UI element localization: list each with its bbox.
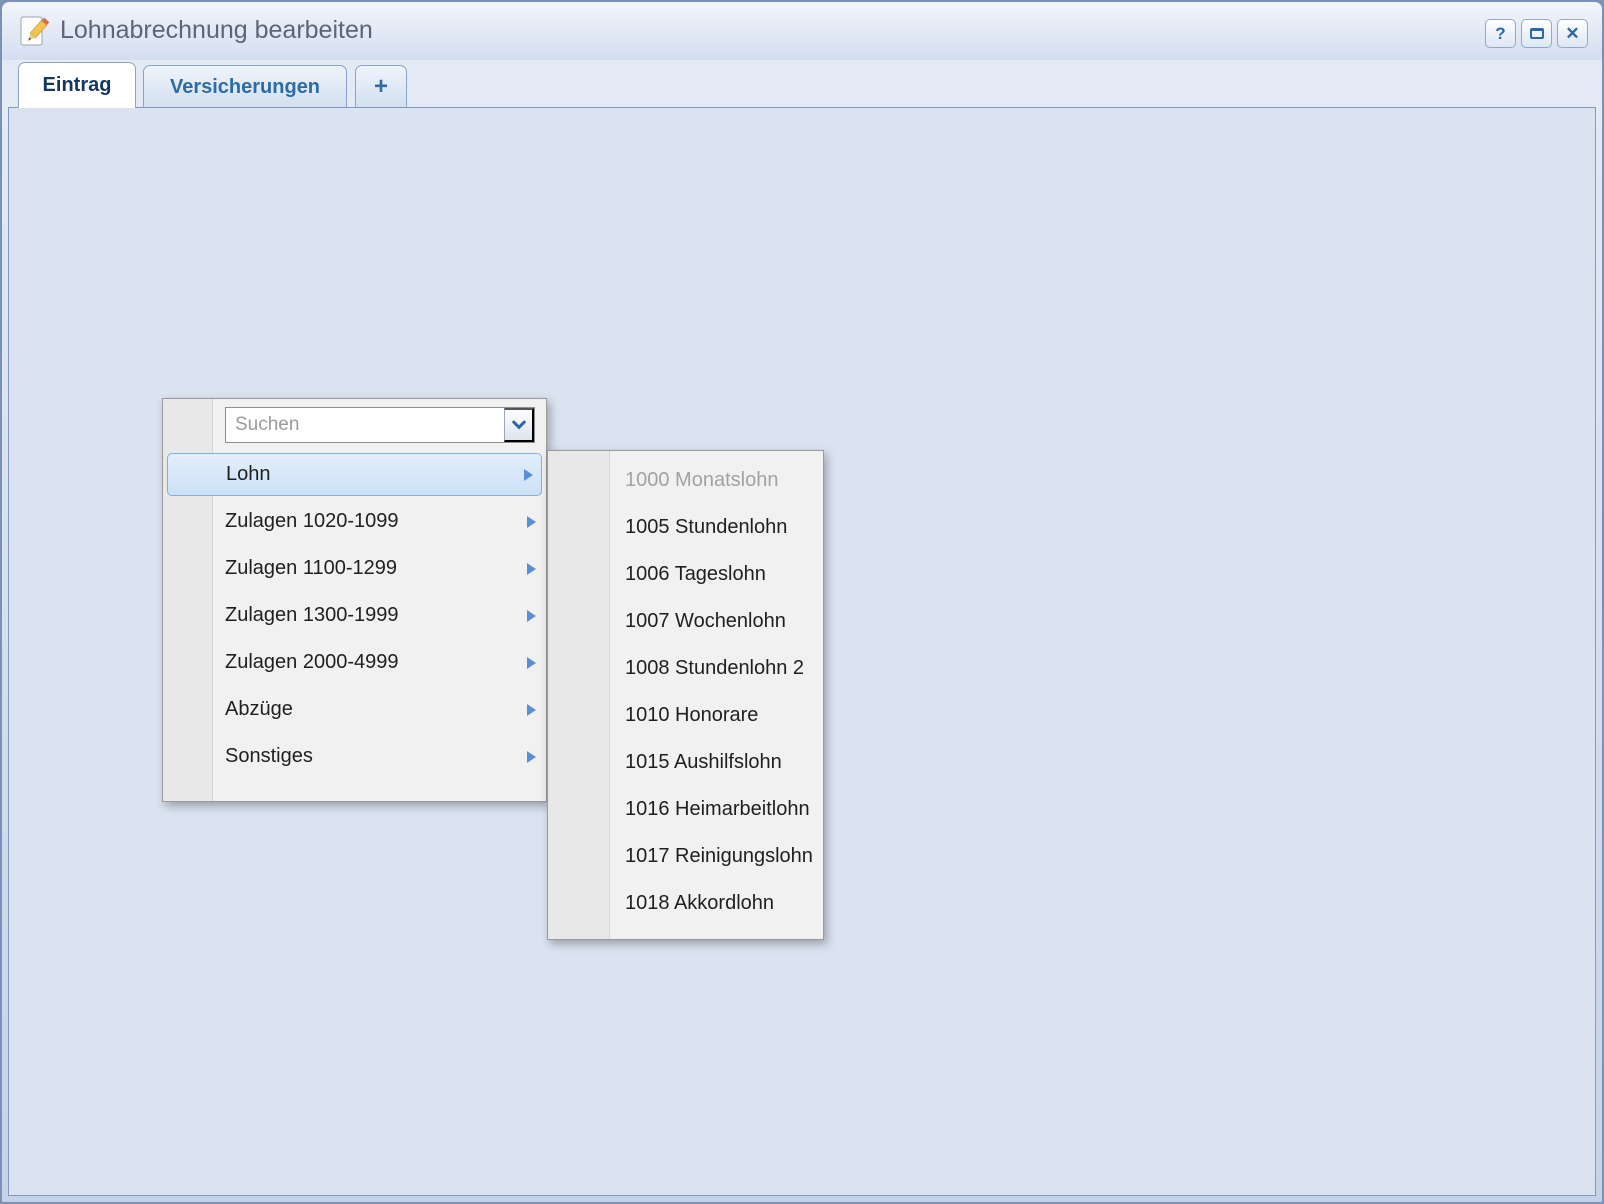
submenu-item-label: 1000 Monatslohn bbox=[625, 469, 778, 492]
submenu-arrow-icon bbox=[527, 751, 536, 763]
submenu-item[interactable]: 1006 Tageslohn bbox=[548, 551, 823, 598]
window-controls: ? ✕ bbox=[1485, 19, 1588, 48]
add-dropdown-menu: Lohn Zulagen 1020-1099 Zulagen 1100-1299 Zu… bbox=[162, 398, 547, 802]
submenu-item[interactable]: 1018 Akkordlohn bbox=[548, 880, 823, 927]
submenu-item-label: 1005 Stundenlohn bbox=[625, 516, 787, 539]
submenu-item[interactable]: 1015 Aushilfslohn bbox=[548, 739, 823, 786]
menu-search-box bbox=[225, 407, 535, 443]
dialog-title: Lohnabrechnung bearbeiten bbox=[60, 16, 373, 45]
chevron-down-icon bbox=[512, 420, 526, 430]
plus-icon: + bbox=[374, 73, 388, 101]
menu-item-label: Zulagen 1300-1999 bbox=[225, 604, 398, 627]
submenu-item-label: 1008 Stundenlohn 2 bbox=[625, 657, 804, 680]
tab-eintrag[interactable]: Eintrag bbox=[18, 62, 136, 108]
menu-item-label: Zulagen 1020-1099 bbox=[225, 510, 398, 533]
submenu-arrow-icon bbox=[527, 704, 536, 716]
submenu-item-label: 1016 Heimarbeitlohn bbox=[625, 798, 810, 821]
help-icon: ? bbox=[1495, 24, 1505, 44]
menu-item[interactable]: Zulagen 1300-1999 bbox=[163, 592, 546, 639]
submenu-item-label: 1017 Reinigungslohn bbox=[625, 845, 813, 868]
help-button[interactable]: ? bbox=[1485, 19, 1516, 48]
submenu-arrow-icon bbox=[527, 516, 536, 528]
menu-search-input[interactable] bbox=[226, 408, 504, 442]
menu-item[interactable]: Zulagen 1020-1099 bbox=[163, 498, 546, 545]
tab-eintrag-label: Eintrag bbox=[43, 74, 112, 97]
submenu-item[interactable]: 1016 Heimarbeitlohn bbox=[548, 786, 823, 833]
menu-item-label: Sonstiges bbox=[225, 745, 313, 768]
tab-add[interactable]: + bbox=[355, 65, 407, 108]
close-button[interactable]: ✕ bbox=[1557, 19, 1588, 48]
maximize-button[interactable] bbox=[1521, 19, 1552, 48]
menu-item[interactable]: Zulagen 1100-1299 bbox=[163, 545, 546, 592]
menu-item-label: Zulagen 2000-4999 bbox=[225, 651, 398, 674]
submenu-item-label: 1018 Akkordlohn bbox=[625, 892, 774, 915]
submenu-item[interactable]: 1005 Stundenlohn bbox=[548, 504, 823, 551]
submenu-item-label: 1007 Wochenlohn bbox=[625, 610, 786, 633]
maximize-icon bbox=[1530, 28, 1544, 39]
submenu-item-list: 1000 Monatslohn 1005 Stundenlohn 1006 Tage… bbox=[548, 457, 823, 927]
menu-item-label: Lohn bbox=[226, 463, 271, 486]
titlebar: Lohnabrechnung bearbeiten ? ✕ bbox=[2, 2, 1602, 60]
submenu-arrow-icon bbox=[527, 610, 536, 622]
submenu-item-label: 1010 Honorare bbox=[625, 704, 758, 727]
submenu-item[interactable]: 1000 Monatslohn bbox=[548, 457, 823, 504]
menu-item[interactable]: Zulagen 2000-4999 bbox=[163, 639, 546, 686]
menu-item[interactable]: Sonstiges bbox=[163, 733, 546, 780]
menu-search-dropdown-button[interactable] bbox=[504, 408, 534, 442]
payroll-edit-dialog: Lohnabrechnung bearbeiten ? ✕ Eintrag Ve… bbox=[0, 0, 1604, 1204]
close-icon: ✕ bbox=[1565, 24, 1579, 44]
submenu-arrow-icon bbox=[524, 469, 533, 481]
menu-item[interactable]: Lohn bbox=[167, 453, 542, 496]
tab-versicherungen-label: Versicherungen bbox=[170, 76, 320, 99]
lohn-submenu: 1000 Monatslohn 1005 Stundenlohn 1006 Tage… bbox=[547, 450, 824, 940]
tab-versicherungen[interactable]: Versicherungen bbox=[143, 65, 347, 108]
submenu-item[interactable]: 1008 Stundenlohn 2 bbox=[548, 645, 823, 692]
submenu-item[interactable]: 1007 Wochenlohn bbox=[548, 598, 823, 645]
submenu-item[interactable]: 1017 Reinigungslohn bbox=[548, 833, 823, 880]
menu-category-list: Lohn Zulagen 1020-1099 Zulagen 1100-1299 Zu… bbox=[163, 451, 546, 780]
submenu-item[interactable]: 1010 Honorare bbox=[548, 692, 823, 739]
menu-item[interactable]: Abzüge bbox=[163, 686, 546, 733]
menu-item-label: Abzüge bbox=[225, 698, 293, 721]
menu-item-label: Zulagen 1100-1299 bbox=[225, 557, 397, 580]
submenu-arrow-icon bbox=[527, 657, 536, 669]
edit-pencil-icon bbox=[18, 15, 50, 47]
submenu-arrow-icon bbox=[527, 563, 536, 575]
submenu-item-label: 1015 Aushilfslohn bbox=[625, 751, 782, 774]
submenu-item-label: 1006 Tageslohn bbox=[625, 563, 766, 586]
